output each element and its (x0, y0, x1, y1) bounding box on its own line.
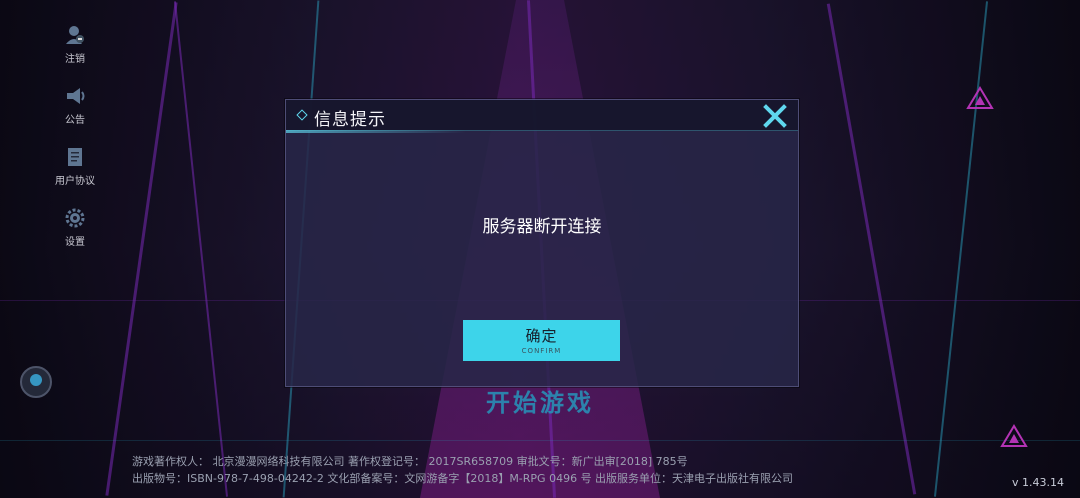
confirm-button[interactable]: 确定 CONFIRM (463, 320, 620, 361)
dialog-message: 服务器断开连接 (482, 217, 602, 237)
confirm-button-sublabel: CONFIRM (521, 347, 562, 355)
version-label: v 1.43.14 (1012, 476, 1064, 489)
confirm-button-label: 确定 (525, 327, 558, 345)
header-accent-line (286, 130, 466, 133)
footer-copyright-line: 游戏著作权人： 北京漫漫网络科技有限公司 著作权登记号： 2017SR65870… (132, 455, 688, 468)
diamond-icon (296, 109, 308, 121)
footer-publication-line: 出版物号：ISBN-978-7-498-04242-2 文化部备案号：文网游备字… (132, 472, 794, 485)
dialog-header: 信息提示 (286, 100, 798, 131)
info-dialog: 信息提示 服务器断开连接 确定 CONFIRM (285, 99, 799, 387)
close-icon[interactable] (762, 103, 788, 129)
dialog-title: 信息提示 (314, 110, 386, 130)
